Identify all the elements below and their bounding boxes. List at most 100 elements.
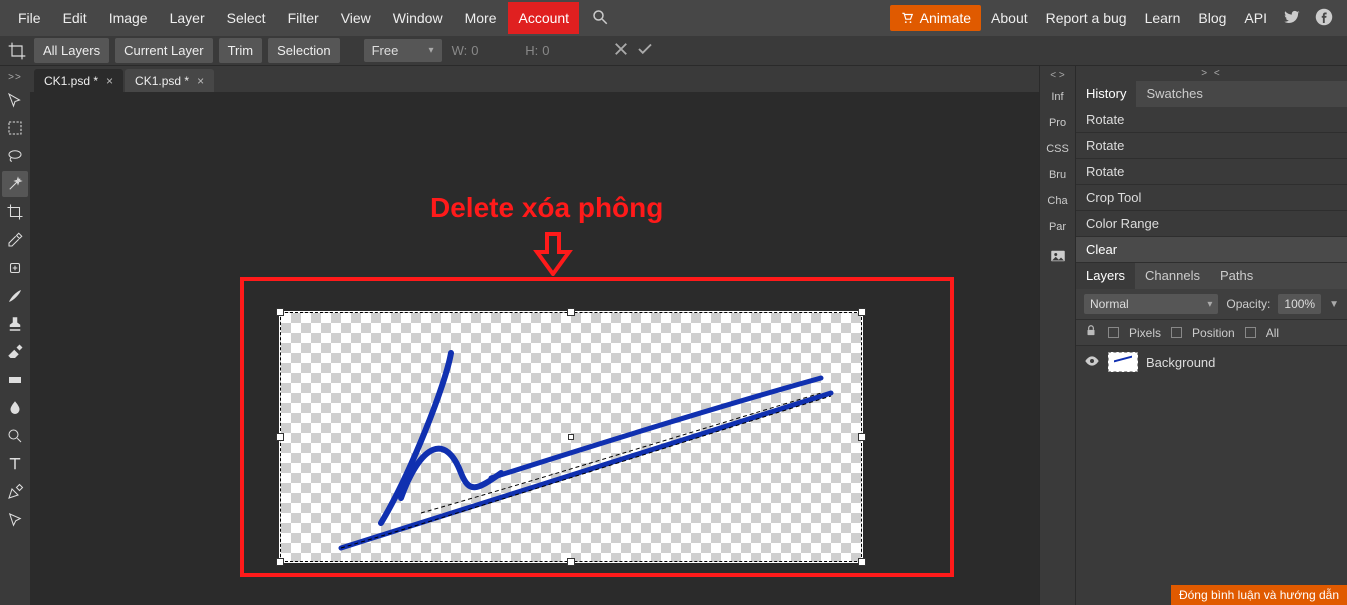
- close-icon[interactable]: ×: [106, 74, 113, 88]
- menu-account[interactable]: Account: [508, 2, 579, 34]
- eraser-tool-icon[interactable]: [2, 339, 28, 365]
- transform-handle[interactable]: [276, 558, 284, 566]
- image-icon[interactable]: [1049, 247, 1067, 268]
- menu-view[interactable]: View: [331, 2, 381, 34]
- animate-button[interactable]: Animate: [890, 5, 981, 31]
- confirm-icon[interactable]: [636, 40, 654, 61]
- width-input[interactable]: [471, 43, 511, 58]
- opt-trim[interactable]: Trim: [219, 38, 263, 63]
- toolbar-collapse-icon[interactable]: >>: [8, 70, 22, 85]
- lock-all-label: All: [1266, 326, 1279, 340]
- transform-handle[interactable]: [567, 308, 575, 316]
- menu-select[interactable]: Select: [217, 2, 276, 34]
- panels-collapse-icon[interactable]: > <: [1076, 66, 1347, 81]
- lock-pixels-checkbox[interactable]: [1108, 327, 1119, 338]
- strip-properties[interactable]: Pro: [1049, 113, 1066, 133]
- document-tab[interactable]: CK1.psd * ×: [125, 69, 214, 92]
- link-about[interactable]: About: [983, 2, 1036, 34]
- bottom-banner[interactable]: Đóng bình luận và hướng dẫn: [1171, 585, 1347, 605]
- menu-file[interactable]: File: [8, 2, 51, 34]
- tab-layers[interactable]: Layers: [1076, 263, 1135, 289]
- brush-tool-icon[interactable]: [2, 283, 28, 309]
- tab-label: CK1.psd *: [135, 74, 189, 88]
- twitter-icon[interactable]: [1277, 4, 1307, 33]
- tab-channels[interactable]: Channels: [1135, 263, 1210, 289]
- history-item[interactable]: Rotate: [1076, 107, 1347, 133]
- crop-tool-icon[interactable]: [2, 199, 28, 225]
- opacity-label: Opacity:: [1226, 297, 1270, 311]
- document-tabbar: CK1.psd * × CK1.psd * ×: [30, 66, 1039, 92]
- opacity-value[interactable]: 100%: [1278, 294, 1321, 314]
- tab-swatches[interactable]: Swatches: [1136, 81, 1212, 107]
- menu-image[interactable]: Image: [99, 2, 158, 34]
- opt-all-layers[interactable]: All Layers: [34, 38, 109, 63]
- canvas-area[interactable]: Delete xóa phông: [30, 92, 1039, 605]
- document-canvas[interactable]: [280, 312, 862, 562]
- history-item[interactable]: Crop Tool: [1076, 185, 1347, 211]
- crop-icon[interactable]: [6, 40, 28, 62]
- dodge-tool-icon[interactable]: [2, 423, 28, 449]
- layer-row[interactable]: Background: [1076, 346, 1347, 378]
- layer-name[interactable]: Background: [1146, 355, 1215, 370]
- transform-handle[interactable]: [276, 433, 284, 441]
- blend-mode-dropdown[interactable]: Normal: [1084, 294, 1218, 314]
- strip-info[interactable]: Inf: [1051, 87, 1063, 107]
- eyedropper-tool-icon[interactable]: [2, 227, 28, 253]
- link-api[interactable]: API: [1236, 2, 1275, 34]
- lasso-tool-icon[interactable]: [2, 143, 28, 169]
- tab-paths[interactable]: Paths: [1210, 263, 1263, 289]
- opt-ratio-dropdown[interactable]: Free: [364, 39, 442, 62]
- menu-filter[interactable]: Filter: [278, 2, 329, 34]
- strip-character[interactable]: Cha: [1047, 191, 1067, 211]
- type-tool-icon[interactable]: [2, 451, 28, 477]
- magic-wand-tool-icon[interactable]: [2, 171, 28, 197]
- history-list: Rotate Rotate Rotate Crop Tool Color Ran…: [1076, 107, 1347, 263]
- transform-handle[interactable]: [858, 558, 866, 566]
- history-item[interactable]: Rotate: [1076, 133, 1347, 159]
- stamp-tool-icon[interactable]: [2, 311, 28, 337]
- link-blog[interactable]: Blog: [1190, 2, 1234, 34]
- opt-selection[interactable]: Selection: [268, 38, 339, 63]
- gradient-tool-icon[interactable]: [2, 367, 28, 393]
- facebook-icon[interactable]: [1309, 4, 1339, 33]
- transform-handle[interactable]: [858, 308, 866, 316]
- history-item[interactable]: Rotate: [1076, 159, 1347, 185]
- close-icon[interactable]: ×: [197, 74, 204, 88]
- pen-tool-icon[interactable]: [2, 479, 28, 505]
- blur-tool-icon[interactable]: [2, 395, 28, 421]
- history-item[interactable]: Color Range: [1076, 211, 1347, 237]
- strip-collapse-icon[interactable]: < >: [1050, 70, 1064, 81]
- layer-thumbnail[interactable]: [1108, 352, 1138, 372]
- strip-paragraph[interactable]: Par: [1049, 217, 1066, 237]
- visibility-icon[interactable]: [1084, 353, 1100, 372]
- tab-label: CK1.psd *: [44, 74, 98, 88]
- transform-center-handle[interactable]: [568, 434, 574, 440]
- menu-edit[interactable]: Edit: [53, 2, 97, 34]
- right-strip: < > Inf Pro CSS Bru Cha Par: [1039, 66, 1075, 605]
- healing-tool-icon[interactable]: [2, 255, 28, 281]
- search-icon[interactable]: [581, 0, 619, 37]
- tab-history[interactable]: History: [1076, 81, 1136, 107]
- strip-brush[interactable]: Bru: [1049, 165, 1066, 185]
- transform-handle[interactable]: [276, 308, 284, 316]
- strip-css[interactable]: CSS: [1046, 139, 1069, 159]
- opt-height-field: H:: [521, 43, 586, 58]
- lock-position-checkbox[interactable]: [1171, 327, 1182, 338]
- cancel-icon[interactable]: [612, 40, 630, 61]
- lock-all-checkbox[interactable]: [1245, 327, 1256, 338]
- height-input[interactable]: [542, 43, 582, 58]
- move-tool-icon[interactable]: [2, 87, 28, 113]
- transform-handle[interactable]: [858, 433, 866, 441]
- link-report-bug[interactable]: Report a bug: [1038, 2, 1135, 34]
- transform-handle[interactable]: [567, 558, 575, 566]
- opt-current-layer[interactable]: Current Layer: [115, 38, 212, 63]
- link-learn[interactable]: Learn: [1137, 2, 1189, 34]
- menu-window[interactable]: Window: [383, 2, 453, 34]
- rect-select-tool-icon[interactable]: [2, 115, 28, 141]
- opacity-slider-icon[interactable]: ▼: [1329, 299, 1339, 310]
- path-select-tool-icon[interactable]: [2, 507, 28, 533]
- menu-more[interactable]: More: [455, 2, 507, 34]
- document-tab[interactable]: CK1.psd * ×: [34, 69, 123, 92]
- history-item[interactable]: Clear: [1076, 237, 1347, 263]
- menu-layer[interactable]: Layer: [160, 2, 215, 34]
